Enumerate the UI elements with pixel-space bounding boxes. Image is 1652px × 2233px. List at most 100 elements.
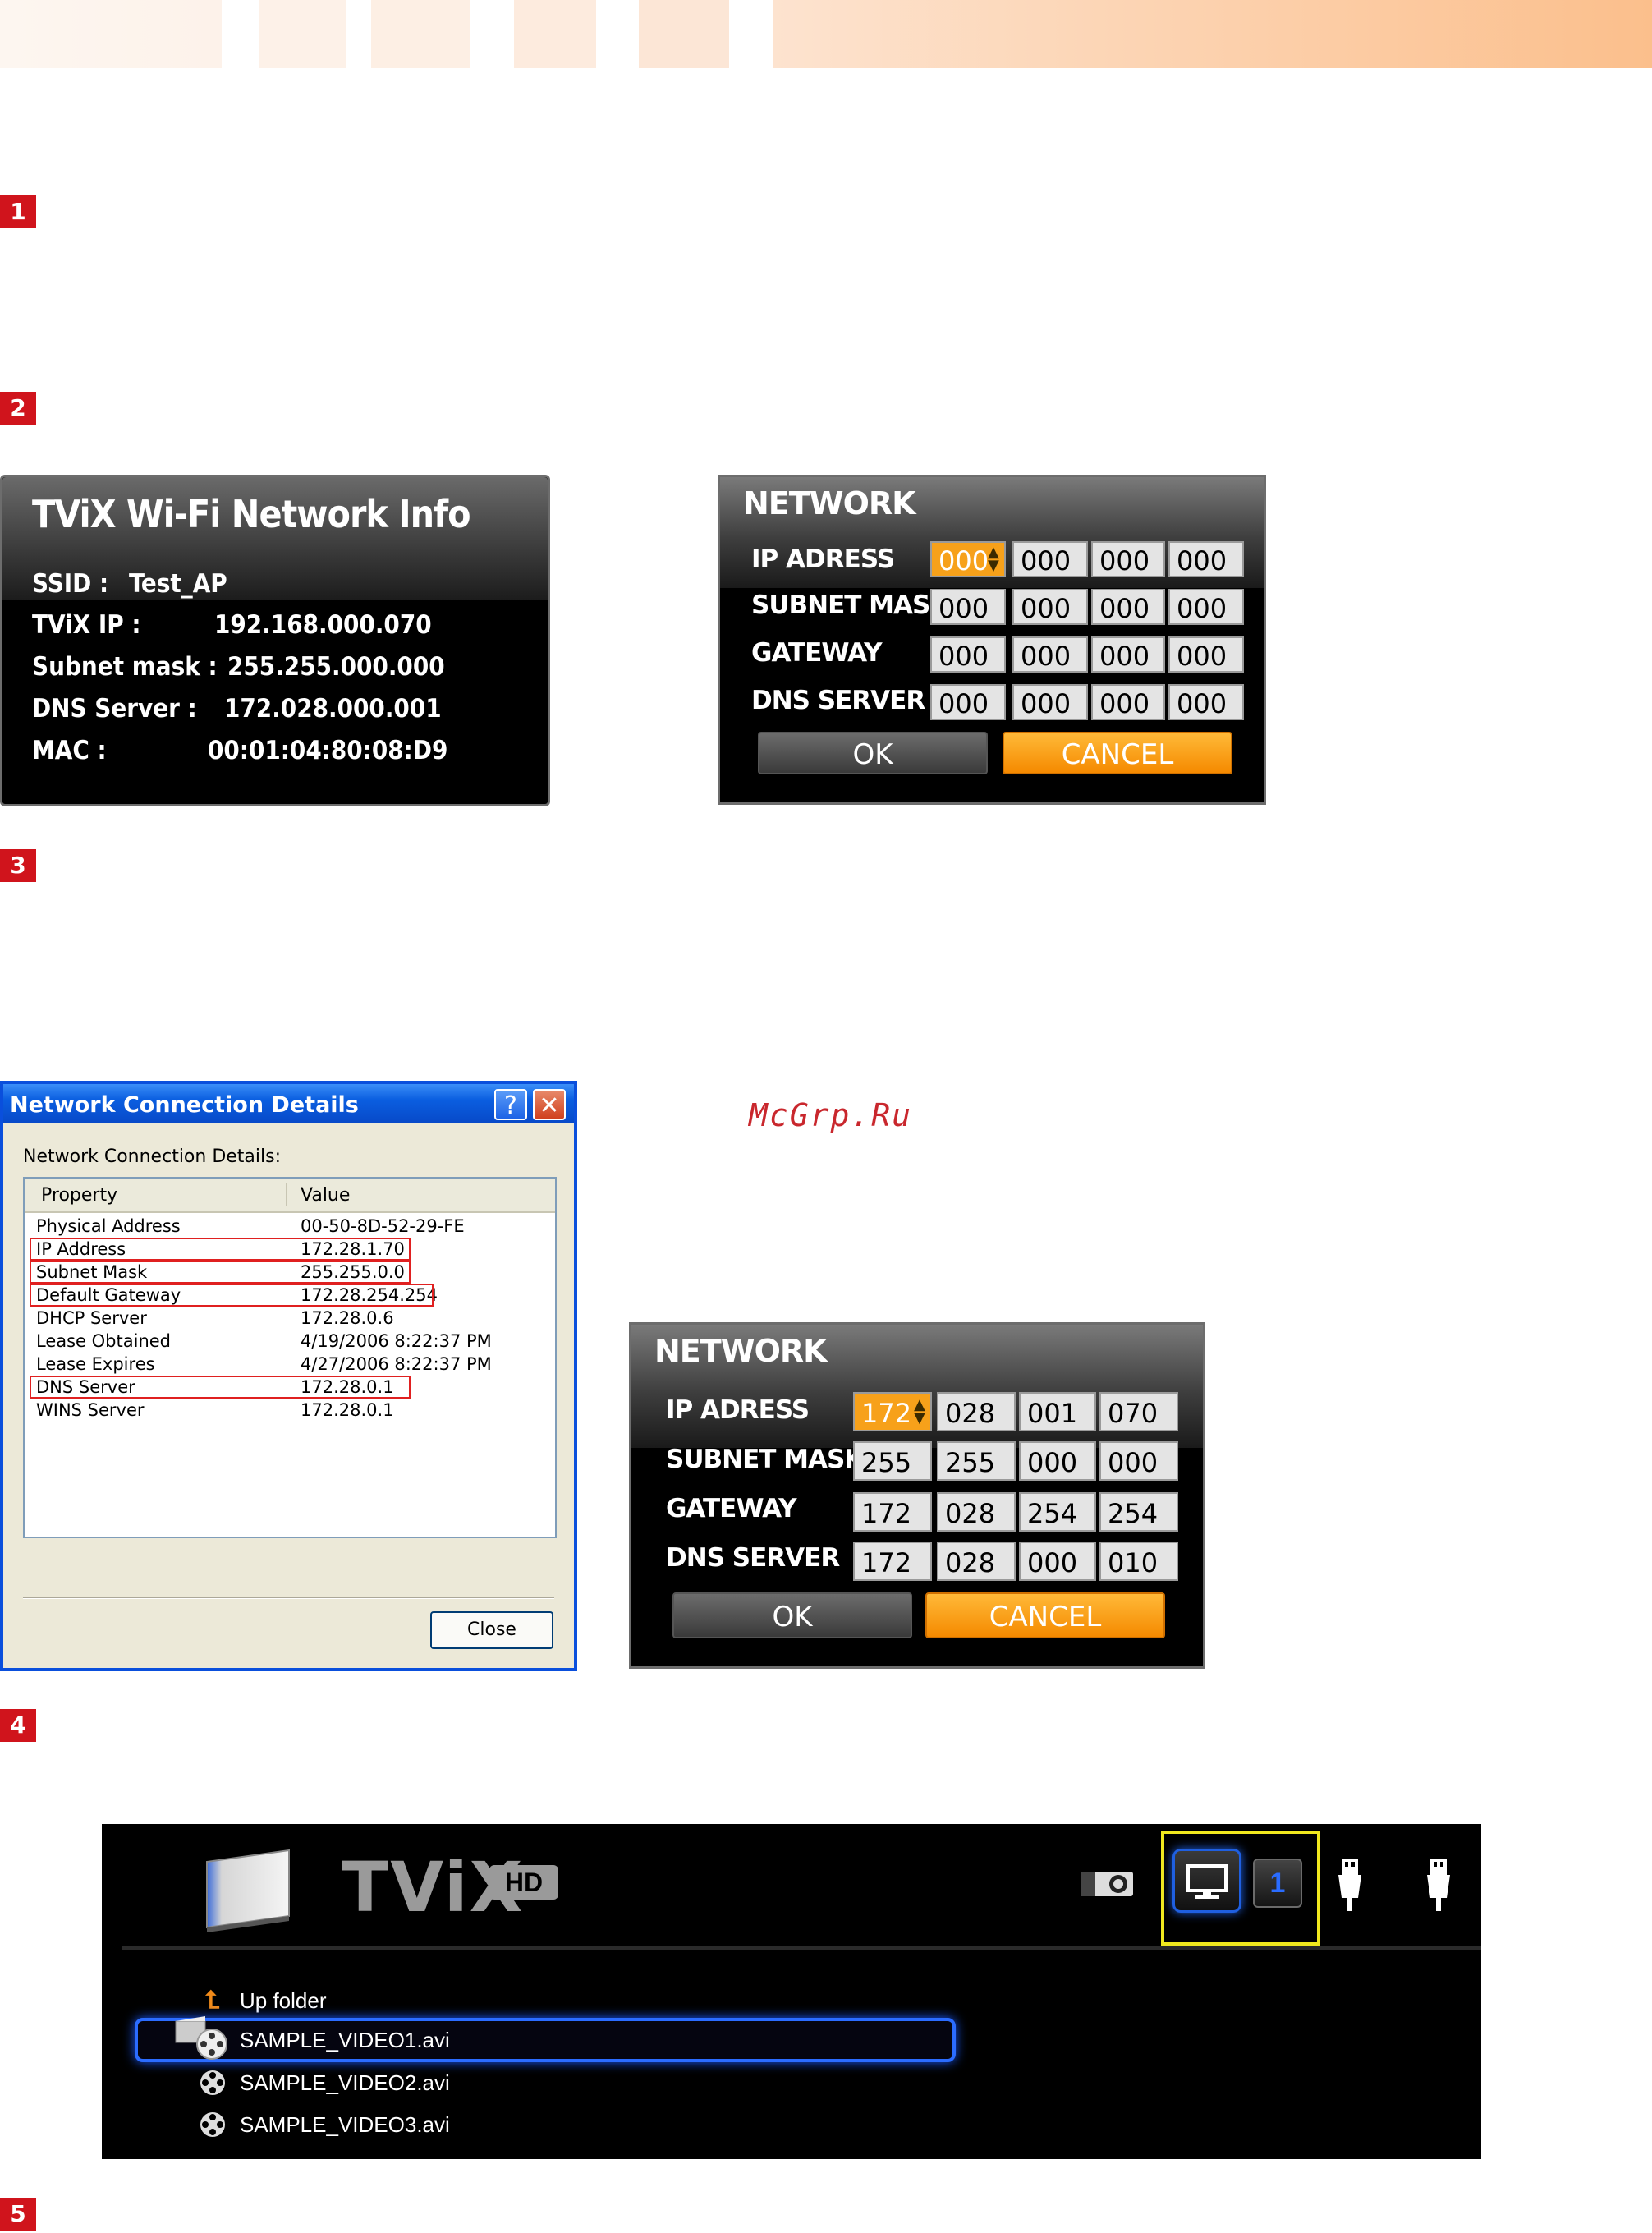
dns-octet-3-input[interactable]: 000: [1019, 1542, 1096, 1581]
network-connection-details-dialog: Network Connection Details ? ✕ Network C…: [0, 1081, 577, 1671]
ip-octet-2-input[interactable]: 000: [1012, 541, 1088, 577]
gateway-octet-2-input[interactable]: 000: [1012, 636, 1088, 673]
row-property: Physical Address: [36, 1216, 181, 1236]
close-button[interactable]: Close: [430, 1611, 553, 1649]
gateway-octet-4-input[interactable]: 000: [1168, 636, 1244, 673]
network-monitor-icon[interactable]: [1172, 1849, 1241, 1913]
row-value: 4/19/2006 8:22:37 PM: [301, 1331, 492, 1351]
wifi-info-panel: TViX Wi-Fi Network Info SSID : Test_AP T…: [0, 475, 550, 806]
gateway-octet-3-input[interactable]: 000: [1091, 636, 1165, 673]
dns-octet-2-input[interactable]: 000: [1012, 684, 1088, 720]
subnet-mask-label: SUBNET MASK: [666, 1445, 864, 1474]
row-value: 172.28.0.6: [301, 1308, 394, 1328]
subnet-octet-3-input[interactable]: 000: [1091, 589, 1165, 625]
device-number-badge[interactable]: 1: [1253, 1859, 1302, 1908]
file-item[interactable]: SAMPLE_VIDEO3.avi: [240, 2112, 450, 2138]
spinner-arrows-icon[interactable]: ▲ ▼: [988, 545, 999, 573]
usb-icon[interactable]: [1424, 1857, 1453, 1914]
subnet-mask-label: SUBNET MASK: [751, 590, 949, 620]
gateway-octet-1-input[interactable]: 000: [930, 636, 1006, 673]
ok-button[interactable]: OK: [672, 1592, 912, 1638]
dns-octet-1-input[interactable]: 000: [930, 684, 1006, 720]
network-dialog-filled: NETWORK IP ADRESS SUBNET MASK GATEWAY DN…: [629, 1322, 1205, 1669]
gateway-label: GATEWAY: [666, 1494, 797, 1523]
table-row[interactable]: DHCP Server 172.28.0.6: [25, 1307, 555, 1330]
watermark-text: McGrp.Ru: [749, 1097, 913, 1133]
dns-octet-4-input[interactable]: 010: [1099, 1542, 1178, 1581]
wifi-mac-label: MAC :: [32, 736, 107, 765]
highlight-dns-server: [30, 1376, 411, 1399]
dialog-separator: [23, 1597, 554, 1599]
header-band-4: [514, 0, 596, 68]
cancel-button[interactable]: CANCEL: [1003, 732, 1232, 774]
gateway-label: GATEWAY: [751, 638, 883, 668]
wifi-subnet-value: 255.255.000.000: [227, 652, 445, 682]
up-folder-item[interactable]: Up folder: [240, 1988, 327, 2014]
file-item[interactable]: SAMPLE_VIDEO1.avi: [240, 2028, 450, 2053]
help-icon[interactable]: ?: [494, 1089, 527, 1120]
highlight-subnet-mask: [30, 1261, 411, 1284]
ip-octet-4-input[interactable]: 000: [1168, 541, 1244, 577]
subnet-octet-2-input[interactable]: 000: [1012, 589, 1088, 625]
gateway-octet-4-input[interactable]: 254: [1099, 1492, 1178, 1532]
dns-server-label: DNS SERVER: [751, 686, 925, 715]
subnet-octet-3-input[interactable]: 000: [1019, 1441, 1096, 1481]
header-band-3: [371, 0, 470, 68]
camera-icon[interactable]: [1079, 1867, 1136, 1900]
wifi-mac-value: 00:01:04:80:08:D9: [208, 736, 448, 765]
cancel-button[interactable]: CANCEL: [925, 1592, 1165, 1638]
table-row[interactable]: WINS Server 172.28.0.1: [25, 1399, 555, 1422]
file-item[interactable]: SAMPLE_VIDEO2.avi: [240, 2070, 450, 2096]
hd-logo-badge: HD: [489, 1865, 558, 1900]
wifi-ip-label: TViX IP :: [32, 610, 141, 640]
wifi-dns-value: 172.028.000.001: [224, 694, 442, 724]
subnet-octet-1-input[interactable]: 000: [930, 589, 1006, 625]
row-value: 172.28.0.1: [301, 1400, 394, 1420]
wifi-info-title: TViX Wi-Fi Network Info: [32, 492, 471, 536]
dns-octet-4-input[interactable]: 000: [1168, 684, 1244, 720]
row-property: Lease Obtained: [36, 1331, 172, 1351]
row-value: 00-50-8D-52-29-FE: [301, 1216, 465, 1236]
column-header-value[interactable]: Value: [301, 1185, 350, 1206]
wifi-subnet-label: Subnet mask :: [32, 652, 218, 682]
column-divider[interactable]: [286, 1183, 287, 1206]
spinner-arrows-icon[interactable]: ▲ ▼: [914, 1398, 925, 1426]
subnet-octet-4-input[interactable]: 000: [1099, 1441, 1178, 1481]
usb-icon[interactable]: [1335, 1857, 1365, 1914]
list-header: Property Value: [25, 1179, 555, 1213]
subnet-octet-4-input[interactable]: 000: [1168, 589, 1244, 625]
details-list[interactable]: Property Value Physical Address 00-50-8D-…: [23, 1177, 557, 1538]
details-subtitle: Network Connection Details:: [23, 1146, 282, 1167]
close-icon[interactable]: ✕: [533, 1089, 566, 1120]
header-divider: [122, 1946, 1481, 1950]
dns-octet-2-input[interactable]: 028: [937, 1542, 1016, 1581]
highlight-default-gateway: [30, 1284, 434, 1307]
gateway-octet-3-input[interactable]: 254: [1019, 1492, 1096, 1532]
subnet-octet-1-input[interactable]: 255: [853, 1441, 932, 1481]
wifi-ssid-label: SSID :: [32, 569, 109, 599]
header-band-1: [0, 0, 222, 68]
ip-octet-4-input[interactable]: 070: [1099, 1392, 1178, 1431]
ip-octet-3-input[interactable]: 000: [1091, 541, 1165, 577]
step-marker-1: 1: [0, 195, 36, 228]
gateway-octet-2-input[interactable]: 028: [937, 1492, 1016, 1532]
media-player-screen: TViX HD 1 ⮤ Up folder SAMPLE_VIDEO1.avi …: [102, 1824, 1481, 2159]
network-dialog-title: NETWORK: [743, 485, 916, 521]
column-header-property[interactable]: Property: [41, 1185, 117, 1206]
ip-address-label: IP ADRESS: [666, 1395, 810, 1425]
table-row[interactable]: Physical Address 00-50-8D-52-29-FE: [25, 1215, 555, 1238]
ok-button[interactable]: OK: [758, 732, 988, 774]
table-row[interactable]: Lease Obtained 4/19/2006 8:22:37 PM: [25, 1330, 555, 1353]
table-row[interactable]: Lease Expires 4/27/2006 8:22:37 PM: [25, 1353, 555, 1376]
ip-octet-3-input[interactable]: 001: [1019, 1392, 1096, 1431]
step-marker-3: 3: [0, 849, 36, 882]
subnet-octet-2-input[interactable]: 255: [937, 1441, 1016, 1481]
ip-octet-2-input[interactable]: 028: [937, 1392, 1016, 1431]
header-band-5: [639, 0, 729, 68]
row-property: DHCP Server: [36, 1308, 147, 1328]
highlight-ip-address: [30, 1238, 411, 1261]
dns-octet-3-input[interactable]: 000: [1091, 684, 1165, 720]
dns-octet-1-input[interactable]: 172: [853, 1542, 932, 1581]
gateway-octet-1-input[interactable]: 172: [853, 1492, 932, 1532]
dns-server-label: DNS SERVER: [666, 1543, 840, 1573]
